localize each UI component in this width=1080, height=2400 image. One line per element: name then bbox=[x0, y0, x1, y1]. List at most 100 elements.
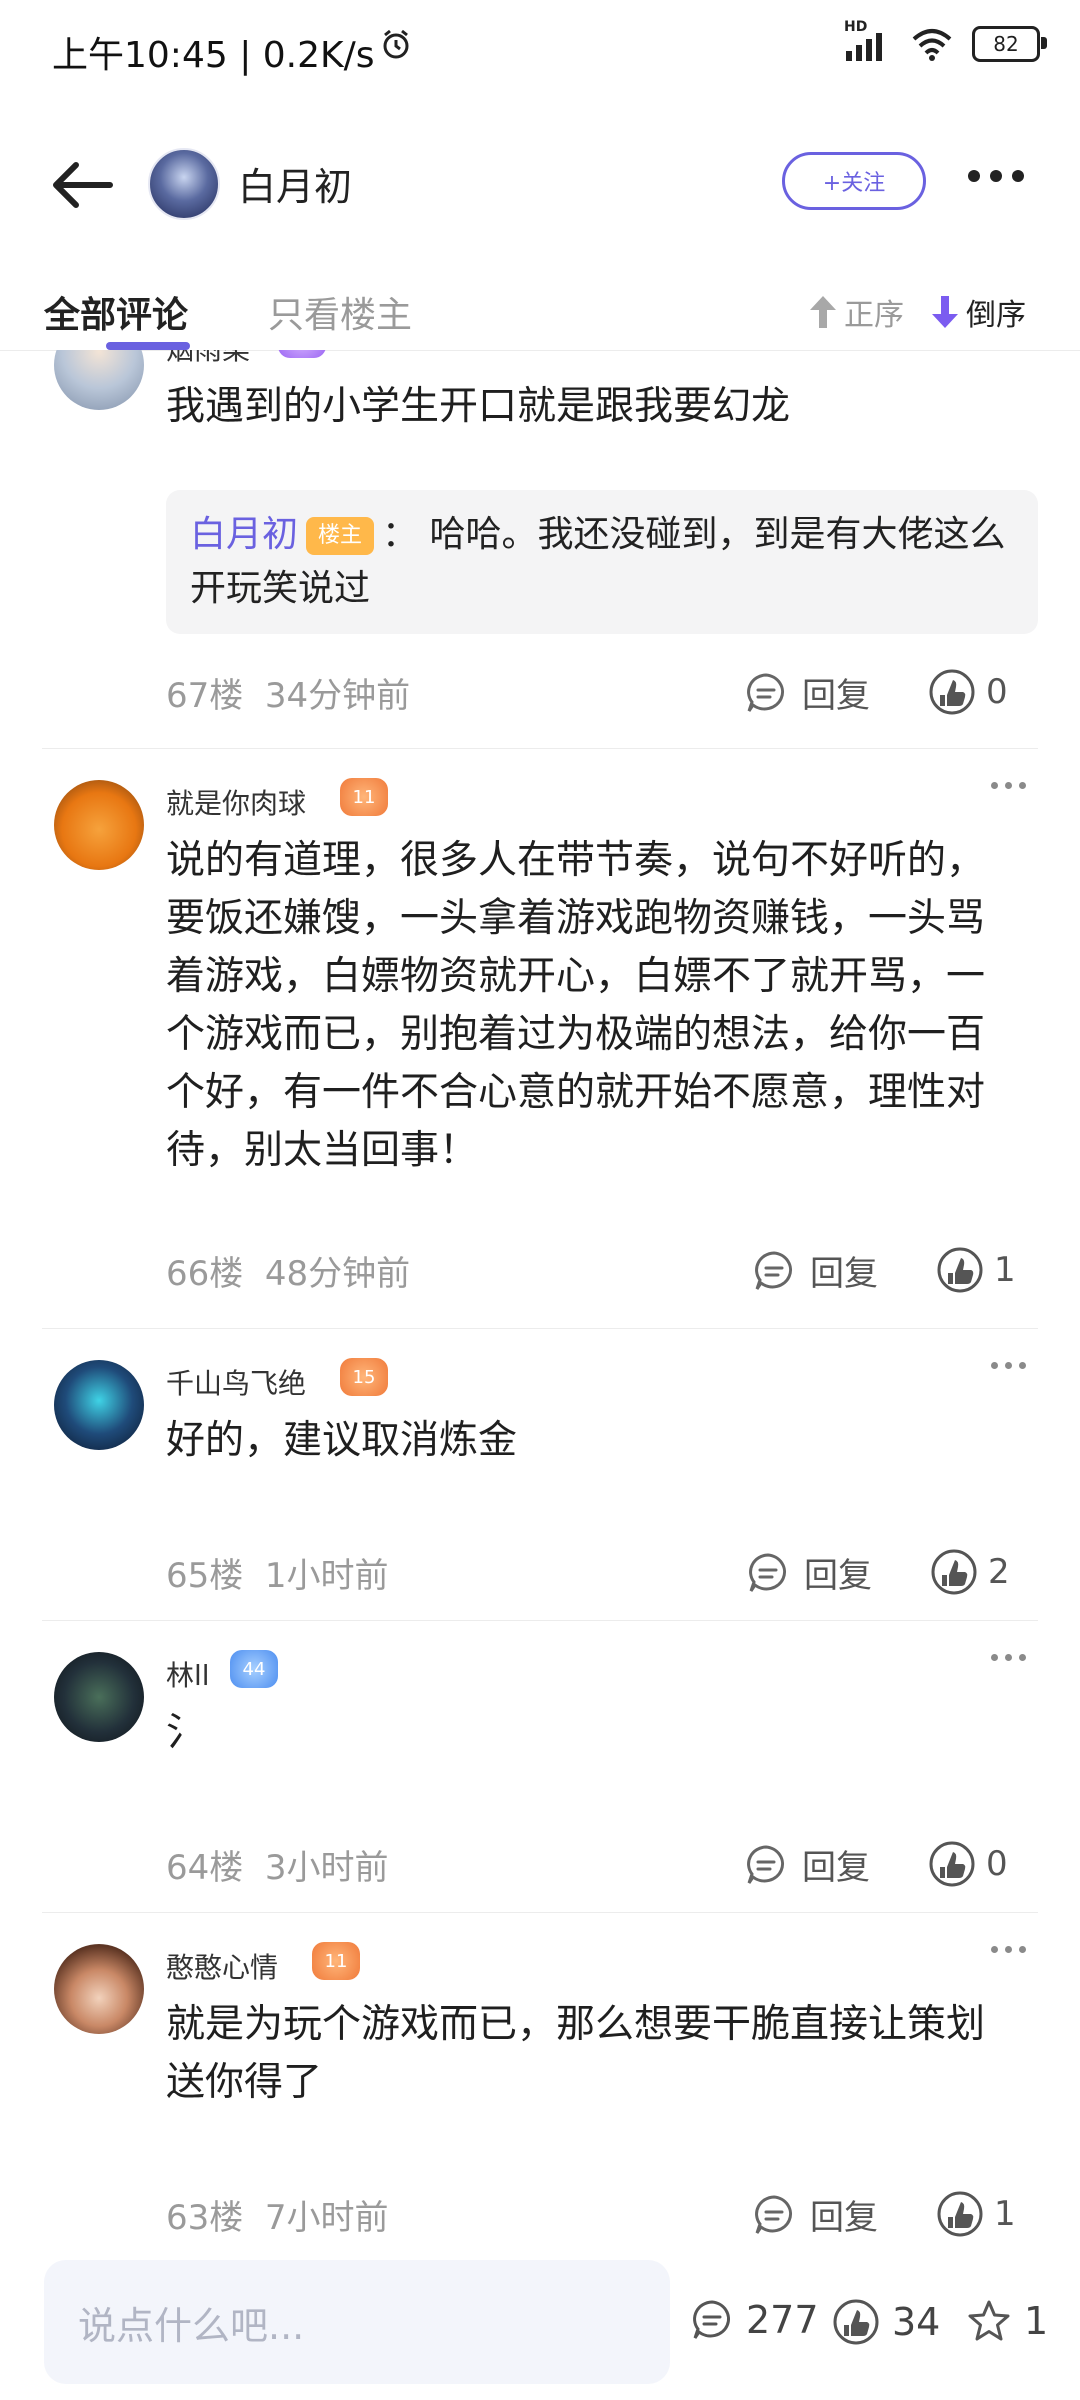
thread-header: 白月初 +关注 bbox=[0, 120, 1080, 250]
comment-text: 我遇到的小学生开口就是跟我要幻龙 bbox=[166, 384, 791, 429]
comments-count: 277 bbox=[746, 2298, 819, 2342]
follow-button[interactable]: +关注 bbox=[782, 152, 926, 210]
back-arrow-icon[interactable] bbox=[48, 150, 118, 220]
stars-count: 1 bbox=[1024, 2299, 1049, 2343]
comment-meta: 67楼 34分钟前 bbox=[166, 668, 410, 717]
reply-button[interactable]: 回复 bbox=[746, 1548, 872, 1597]
level-number: 11 bbox=[324, 1950, 348, 1972]
comment-more-icon[interactable] bbox=[991, 1946, 1026, 1953]
comment-text: 氵 bbox=[166, 1710, 206, 1755]
reply-button[interactable]: 回复 bbox=[752, 2190, 878, 2239]
comment-item: 林ll 44 氵 64楼 3小时前 回复 0 bbox=[0, 1632, 1080, 1922]
more-options-icon[interactable] bbox=[968, 170, 1024, 182]
comment-bubble-icon bbox=[693, 2300, 731, 2339]
comment-item: 憨憨心情 11 就是为玩个游戏而已，那么想要干脆直接让策划送你得了 63楼 7小… bbox=[0, 1924, 1080, 2245]
reply-label: 回复 bbox=[810, 2198, 878, 2238]
reply-button[interactable]: 回复 bbox=[744, 1840, 870, 1889]
battery-level: 82 bbox=[993, 32, 1019, 56]
comment-item: 就是你肉球 11 说的有道理，很多人在带节奏，说句不好听的，要饭还嫌馊，一头拿着… bbox=[0, 760, 1080, 1330]
status-bar: 上午10:45 | 0.2K/s HD 82 bbox=[0, 0, 1080, 100]
like-button[interactable]: 2 bbox=[930, 1548, 1010, 1596]
like-count: 0 bbox=[986, 672, 1008, 712]
arrow-up-icon bbox=[810, 296, 836, 328]
reply-author[interactable]: 白月初 bbox=[190, 514, 298, 555]
likes-count: 34 bbox=[892, 2300, 941, 2344]
commenter-avatar[interactable] bbox=[54, 1360, 144, 1450]
level-number: 44 bbox=[242, 1658, 266, 1680]
comment-more-icon[interactable] bbox=[991, 1362, 1026, 1369]
level-number: 11 bbox=[352, 786, 376, 808]
like-button[interactable]: 1 bbox=[936, 2190, 1016, 2238]
tab-all-comments[interactable]: 全部评论 bbox=[44, 286, 191, 350]
comment-bubble-icon bbox=[755, 2194, 793, 2234]
reply-label: 回复 bbox=[802, 1848, 870, 1888]
author-avatar[interactable] bbox=[148, 148, 220, 220]
alarm-icon bbox=[383, 29, 409, 59]
reply-preview[interactable]: 白月初 楼主： 哈哈。我还没碰到，到是有大佬这么开玩笑说过 bbox=[166, 490, 1038, 634]
level-badge: 11 bbox=[312, 1942, 360, 1980]
sort-descending-button[interactable]: 倒序 bbox=[930, 290, 1026, 334]
arrow-down-icon bbox=[932, 296, 958, 328]
comment-text: 就是为玩个游戏而已，那么想要干脆直接让策划送你得了 bbox=[166, 2002, 986, 2105]
comments-count-button[interactable]: 277 bbox=[690, 2298, 819, 2342]
post-like-button[interactable]: 34 bbox=[832, 2298, 940, 2346]
reply-label: 回复 bbox=[802, 676, 870, 716]
reply-button[interactable]: 回复 bbox=[752, 1246, 878, 1295]
comment-time: 48分钟前 bbox=[264, 1254, 411, 1294]
thumbs-up-icon bbox=[937, 2191, 983, 2237]
comment-time: 3小时前 bbox=[264, 1848, 389, 1888]
commenter-name[interactable]: 千山鸟飞绝 bbox=[166, 1362, 306, 1402]
favorite-button[interactable]: 1 bbox=[966, 2298, 1048, 2344]
thumbs-up-icon bbox=[929, 669, 975, 715]
level-number: 15 bbox=[352, 1366, 376, 1388]
comment-input[interactable]: 说点什么吧... bbox=[44, 2260, 670, 2384]
comment-text: 好的，建议取消炼金 bbox=[166, 1418, 518, 1463]
reply-label: 回复 bbox=[804, 1556, 872, 1596]
level-badge: 15 bbox=[340, 1358, 388, 1396]
thumbs-up-icon bbox=[931, 1549, 977, 1595]
like-count: 1 bbox=[994, 1250, 1016, 1290]
divider bbox=[42, 748, 1038, 749]
comment-bubble-icon bbox=[747, 672, 785, 712]
author-name[interactable]: 白月初 bbox=[238, 156, 352, 211]
comment-more-icon[interactable] bbox=[991, 1654, 1026, 1661]
comment-more-icon[interactable] bbox=[991, 782, 1026, 789]
commenter-avatar[interactable] bbox=[54, 1944, 144, 2034]
level-badge: 11 bbox=[340, 778, 388, 816]
comment-time: 7小时前 bbox=[264, 2198, 389, 2238]
sort-ascending-button[interactable]: 正序 bbox=[808, 290, 904, 334]
comment-list: 烟雨柔 我遇到的小学生开口就是跟我要幻龙 白月初楼主： 哈哈。我还没碰到，到是有… bbox=[0, 350, 1080, 2245]
commenter-avatar[interactable] bbox=[54, 350, 144, 410]
thumbs-up-icon bbox=[937, 1247, 983, 1293]
comment-item: 千山鸟飞绝 15 好的，建议取消炼金 65楼 1小时前 回复 2 bbox=[0, 1340, 1080, 1630]
commenter-name[interactable]: 就是你肉球 bbox=[166, 782, 306, 822]
comment-bubble-icon bbox=[749, 1552, 787, 1592]
divider bbox=[42, 1620, 1038, 1621]
wifi-icon bbox=[912, 29, 952, 61]
divider bbox=[42, 1328, 1038, 1329]
comment-time: 34分钟前 bbox=[264, 676, 411, 716]
thumbs-up-icon bbox=[929, 1841, 975, 1887]
commenter-name[interactable]: 憨憨心情 bbox=[166, 1946, 278, 1986]
floor-number: 64楼 bbox=[166, 1848, 244, 1888]
comment-meta: 65楼 1小时前 bbox=[166, 1548, 389, 1597]
floor-number: 66楼 bbox=[166, 1254, 244, 1294]
floor-number: 63楼 bbox=[166, 2198, 244, 2238]
owner-tag: 楼主 bbox=[306, 517, 375, 555]
reply-button[interactable]: 回复 bbox=[744, 668, 870, 717]
thumbs-up-icon bbox=[833, 2299, 879, 2345]
commenter-name[interactable]: 林ll bbox=[166, 1654, 210, 1694]
commenter-name[interactable]: 烟雨柔 bbox=[166, 350, 250, 368]
commenter-avatar[interactable] bbox=[54, 780, 144, 870]
like-count: 1 bbox=[994, 2194, 1016, 2234]
tab-owner-only[interactable]: 只看楼主 bbox=[268, 286, 412, 338]
comment-text: 说的有道理，很多人在带节奏，说句不好听的，要饭还嫌馊，一头拿着游戏跑物资赚钱，一… bbox=[166, 838, 986, 1173]
sort-descending-label: 倒序 bbox=[966, 298, 1026, 333]
like-button[interactable]: 0 bbox=[928, 668, 1008, 716]
floor-number: 65楼 bbox=[166, 1556, 244, 1596]
star-icon bbox=[968, 2300, 1010, 2341]
commenter-avatar[interactable] bbox=[54, 1652, 144, 1742]
floor-number: 67楼 bbox=[166, 676, 244, 716]
like-button[interactable]: 1 bbox=[936, 1246, 1016, 1294]
like-button[interactable]: 0 bbox=[928, 1840, 1008, 1888]
